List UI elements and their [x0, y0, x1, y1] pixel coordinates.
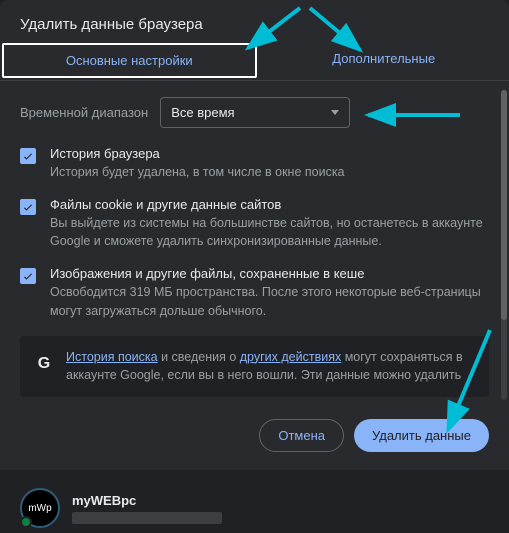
- checkbox-cookies[interactable]: [20, 199, 36, 215]
- check-icon: [22, 150, 34, 162]
- google-icon: G: [34, 354, 54, 374]
- google-info-box: G История поиска и сведения о других дей…: [20, 336, 489, 398]
- option-subtitle: История будет удалена, в том числе в окн…: [50, 163, 345, 181]
- cancel-button[interactable]: Отмена: [259, 419, 344, 452]
- option-title: Изображения и другие файлы, сохраненные …: [50, 266, 489, 281]
- option-cache: Изображения и другие файлы, сохраненные …: [20, 266, 489, 319]
- profile-name: myWEBpc: [72, 493, 222, 508]
- time-range-select[interactable]: Все время: [160, 97, 350, 128]
- delete-data-button[interactable]: Удалить данные: [354, 419, 489, 452]
- tab-basic[interactable]: Основные настройки: [2, 43, 257, 78]
- check-icon: [22, 270, 34, 282]
- scroll-thumb[interactable]: [501, 90, 507, 320]
- option-subtitle: Освободится 319 МБ пространства. После э…: [50, 283, 489, 319]
- checkbox-cache[interactable]: [20, 268, 36, 284]
- time-range-value: Все время: [171, 105, 234, 120]
- dialog-title: Удалить данные браузера: [0, 0, 509, 41]
- dialog-actions: Отмена Удалить данные: [0, 405, 509, 470]
- link-other-activity[interactable]: других действиях: [240, 350, 341, 364]
- info-text: История поиска и сведения о других дейст…: [66, 348, 475, 386]
- tabs: Основные настройки Дополнительные: [0, 41, 509, 81]
- tab-advanced[interactable]: Дополнительные: [259, 41, 509, 80]
- option-subtitle: Вы выйдете из системы на большинстве сай…: [50, 214, 489, 250]
- option-history: История браузера История будет удалена, …: [20, 146, 489, 181]
- option-cookies: Файлы cookie и другие данные сайтов Вы в…: [20, 197, 489, 250]
- link-search-history[interactable]: История поиска: [66, 350, 158, 364]
- option-title: Файлы cookie и другие данные сайтов: [50, 197, 489, 212]
- option-title: История браузера: [50, 146, 345, 161]
- profile-email-redacted: [72, 512, 222, 524]
- dialog-body: Временной диапазон Все время История бра…: [0, 81, 509, 405]
- chevron-down-icon: [331, 110, 339, 115]
- profile-section: mWp myWEBpc: [0, 470, 509, 528]
- checkbox-history[interactable]: [20, 148, 36, 164]
- sync-badge-icon: [20, 516, 32, 528]
- avatar[interactable]: mWp: [20, 488, 60, 528]
- scrollbar[interactable]: [501, 90, 507, 400]
- time-range-label: Временной диапазон: [20, 105, 148, 120]
- check-icon: [22, 201, 34, 213]
- clear-data-dialog: Удалить данные браузера Основные настрой…: [0, 0, 509, 470]
